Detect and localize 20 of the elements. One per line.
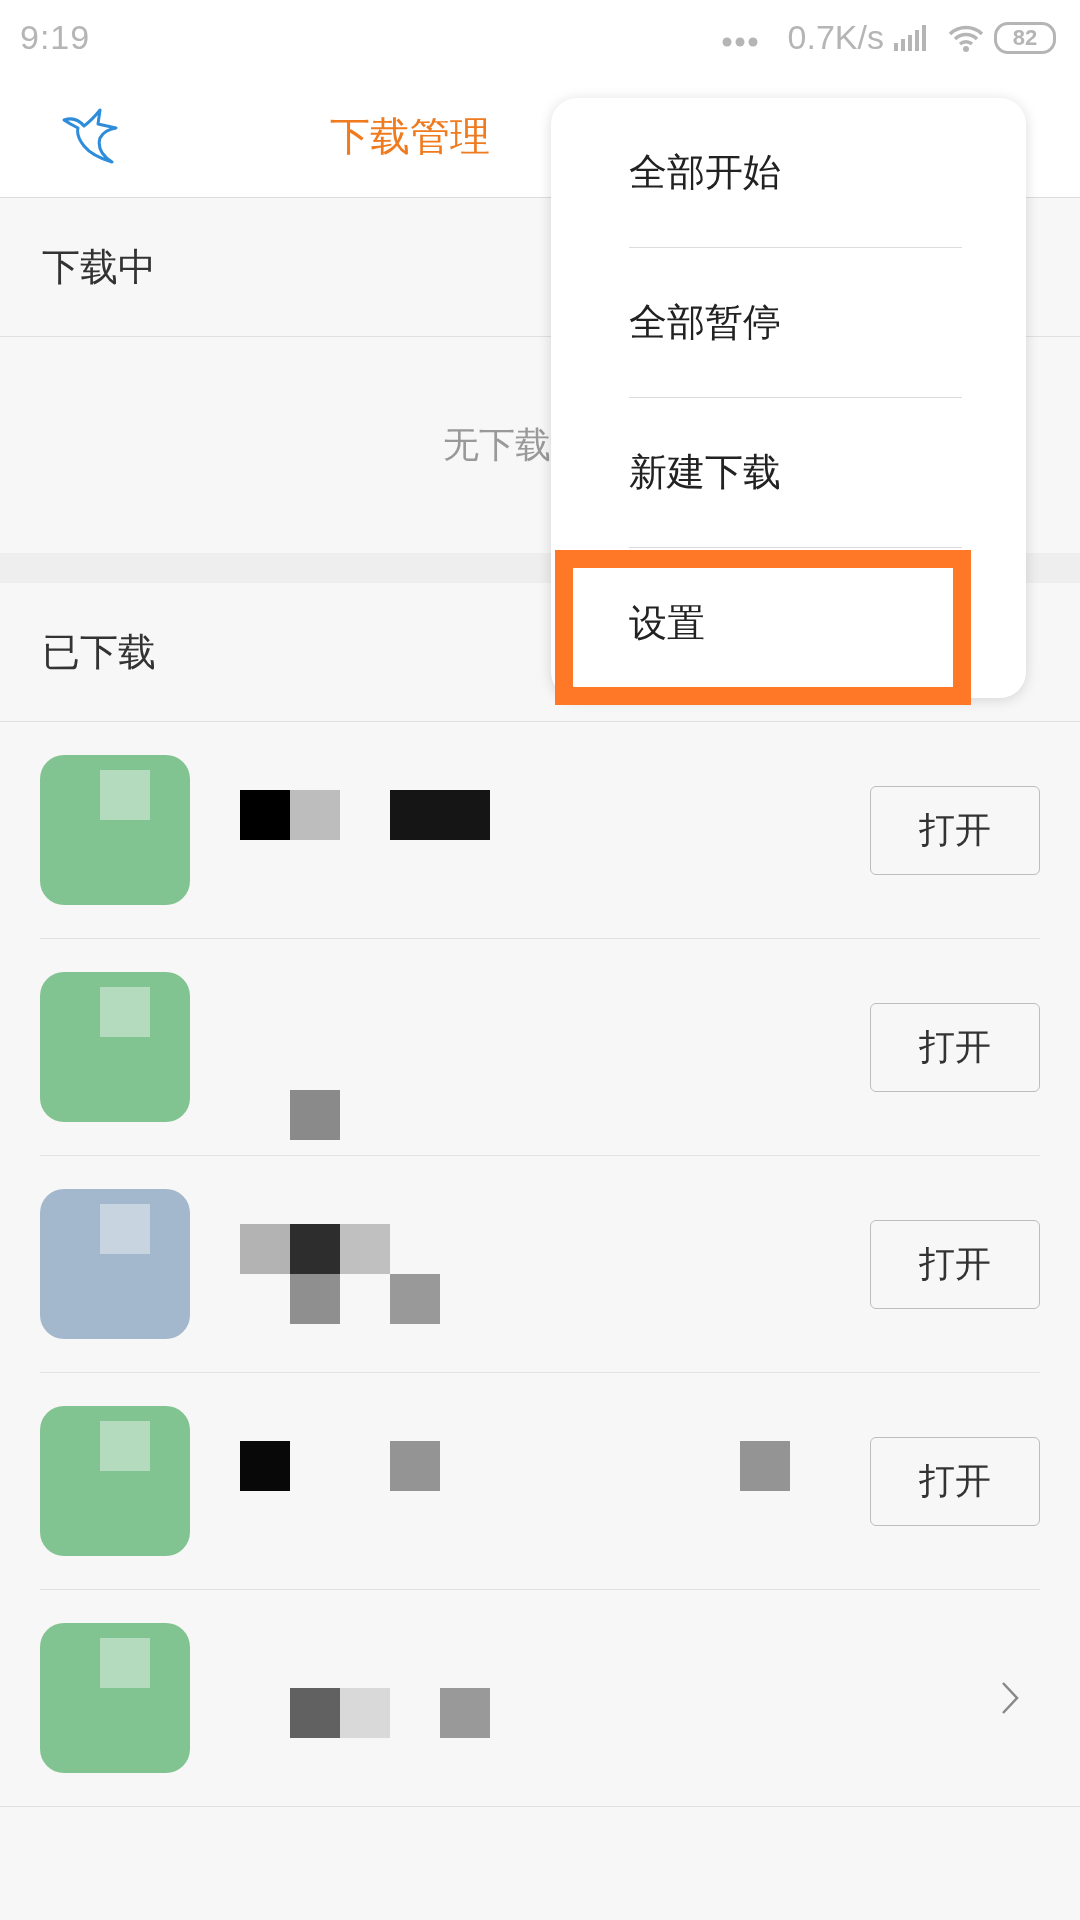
empty-message: 无下载	[443, 422, 551, 467]
menu-item[interactable]: 全部开始	[629, 147, 781, 198]
pixelated-file-info	[290, 1090, 340, 1140]
open-button[interactable]: 打开	[870, 1002, 1040, 1092]
menu-item[interactable]: 新建下载	[629, 447, 781, 498]
battery-indicator: 82	[994, 21, 1056, 54]
open-button[interactable]: 打开	[870, 1436, 1040, 1526]
section-title: 已下载	[42, 628, 156, 676]
open-button[interactable]: 打开	[870, 785, 1040, 875]
open-button[interactable]: 打开	[870, 1219, 1040, 1309]
network-speed: 0.7K/s	[787, 18, 884, 57]
menu-item[interactable]: 全部暂停	[629, 297, 781, 348]
signal-icon	[894, 24, 928, 51]
section-title: 下载中	[42, 243, 156, 291]
page-title: 下载管理	[330, 111, 490, 161]
more-dots-icon	[721, 36, 758, 47]
status-time: 9:19	[20, 18, 91, 57]
menu-item[interactable]: 设置	[629, 597, 705, 649]
chevron-right-icon[interactable]	[1000, 1680, 1020, 1716]
wifi-icon	[948, 23, 984, 52]
